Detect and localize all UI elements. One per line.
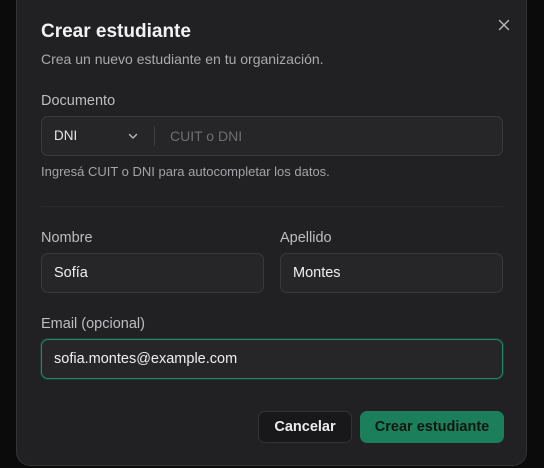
last-name-label: Apellido — [280, 230, 332, 246]
first-name-input[interactable] — [41, 253, 264, 293]
document-number-input[interactable] — [156, 117, 500, 155]
create-student-button[interactable]: Crear estudiante — [360, 411, 504, 443]
create-student-dialog: Crear estudiante Crea un nuevo estudiant… — [16, 0, 527, 466]
last-name-input[interactable] — [280, 253, 503, 293]
chevron-down-icon — [128, 133, 138, 139]
close-icon — [498, 19, 510, 31]
first-name-label: Nombre — [41, 230, 93, 246]
section-divider — [41, 206, 503, 207]
document-label: Documento — [41, 93, 116, 109]
document-hint: Ingresá CUIT o DNI para autocompletar lo… — [41, 164, 330, 179]
document-field: DNI — [41, 116, 503, 156]
close-button[interactable] — [495, 16, 513, 34]
email-label: Email (opcional) — [41, 316, 145, 332]
cancel-button[interactable]: Cancelar — [258, 411, 352, 443]
document-divider — [154, 126, 155, 146]
email-input[interactable] — [41, 339, 503, 379]
document-type-select[interactable]: DNI — [42, 117, 154, 155]
dialog-subtitle: Crea un nuevo estudiante en tu organizac… — [41, 51, 324, 67]
dialog-title: Crear estudiante — [41, 21, 191, 42]
document-type-value: DNI — [54, 128, 78, 143]
